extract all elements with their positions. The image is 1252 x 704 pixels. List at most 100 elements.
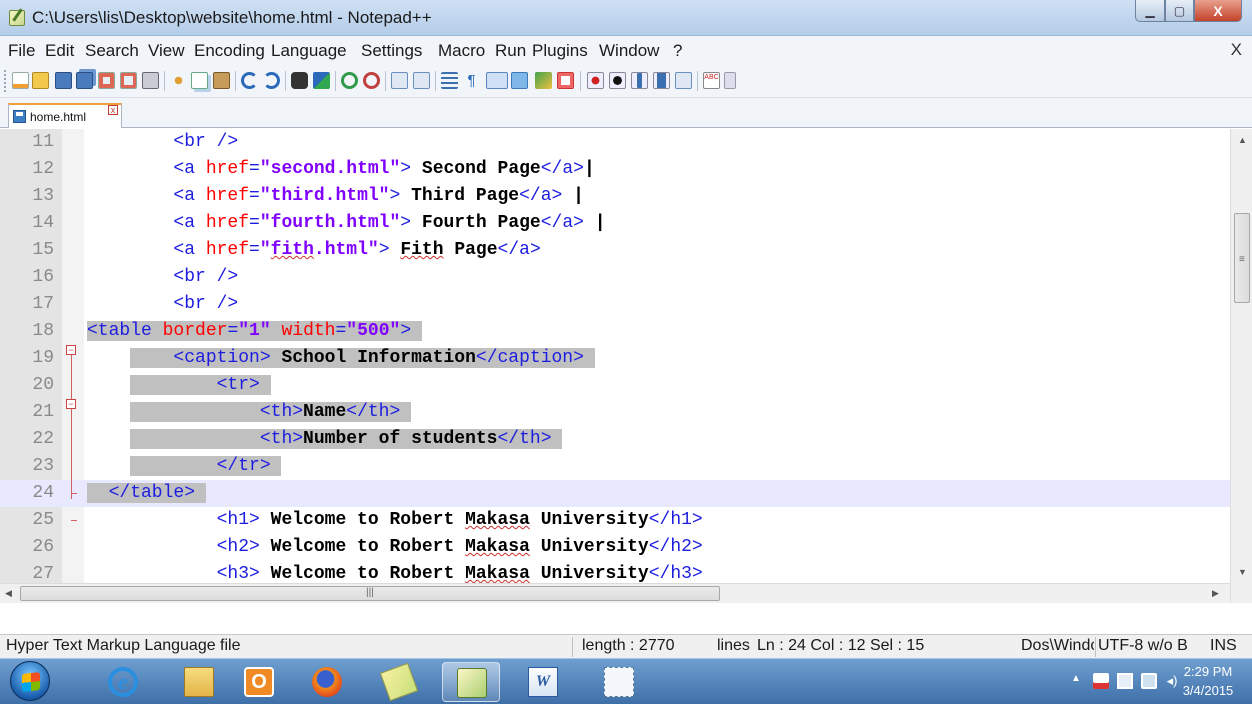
horizontal-scrollbar[interactable]: ◀ ||| ▶: [0, 583, 1230, 603]
fold-collapse-icon[interactable]: −: [66, 345, 76, 355]
menu-settings[interactable]: Settings: [361, 41, 422, 61]
new-file-icon[interactable]: [12, 72, 29, 89]
run-macro-multiple-icon[interactable]: [653, 72, 670, 89]
toolbar-grip[interactable]: [4, 70, 7, 92]
vertical-scrollbar[interactable]: ▲ ≡ ▼: [1230, 129, 1252, 603]
zoom-out-icon[interactable]: [363, 72, 380, 89]
scroll-down-icon[interactable]: ▼: [1238, 567, 1247, 577]
syntax-token: University: [529, 510, 649, 530]
copy-icon[interactable]: [191, 72, 208, 89]
show-hidden-icons[interactable]: ▲: [1068, 673, 1084, 689]
start-button[interactable]: [10, 661, 50, 701]
save-icon[interactable]: [55, 72, 72, 89]
document-map-icon[interactable]: [535, 72, 552, 89]
spell-check-icon[interactable]: ABC: [703, 72, 720, 89]
status-encoding[interactable]: UTF-8 w/o B: [1098, 637, 1212, 655]
menu-help[interactable]: ?: [673, 41, 682, 61]
fold-collapse-icon[interactable]: −: [66, 399, 76, 409]
title-bar[interactable]: C:\Users\lis\Desktop\website\home.html -…: [0, 0, 1252, 36]
code-line[interactable]: 17 <br />: [0, 291, 1230, 318]
close-document-button[interactable]: X: [1231, 40, 1242, 60]
code-line[interactable]: 23 </tr>: [0, 453, 1230, 480]
save-macro-icon[interactable]: [675, 72, 692, 89]
find-icon[interactable]: [291, 72, 308, 89]
menu-language[interactable]: Language: [271, 41, 347, 61]
system-clock[interactable]: 2:29 PM 3/4/2015: [1170, 662, 1246, 700]
scroll-right-icon[interactable]: ▶: [1212, 588, 1219, 599]
spell-check-options-icon[interactable]: [724, 72, 736, 89]
scroll-left-icon[interactable]: ◀: [5, 588, 12, 599]
action-center-flag-icon[interactable]: [1093, 673, 1109, 689]
sync-horizontal-icon[interactable]: [413, 72, 430, 89]
taskbar-internet-explorer[interactable]: e: [94, 662, 152, 702]
show-all-characters-icon[interactable]: ¶: [463, 72, 480, 89]
code-line[interactable]: 16 <br />: [0, 264, 1230, 291]
menu-encoding[interactable]: Encoding: [194, 41, 265, 61]
record-macro-icon[interactable]: [587, 72, 604, 89]
menu-macro[interactable]: Macro: [438, 41, 485, 61]
tab-close-icon[interactable]: x: [108, 105, 118, 115]
code-line[interactable]: 25 <h1> Welcome to Robert Makasa Univers…: [0, 507, 1230, 534]
syntax-token: University: [529, 537, 649, 557]
undo-icon[interactable]: [241, 72, 258, 89]
close-icon[interactable]: [98, 72, 115, 89]
code-line[interactable]: 18 <table border="1" width="500">: [0, 318, 1230, 345]
code-line[interactable]: 24 </table>: [0, 480, 1230, 507]
display-icon[interactable]: [1117, 673, 1133, 689]
code-line[interactable]: 15 <a href="fith.html"> Fith Page</a>: [0, 237, 1230, 264]
code-line[interactable]: 12 <a href="second.html"> Second Page</a…: [0, 156, 1230, 183]
menu-window[interactable]: Window: [599, 41, 659, 61]
cut-icon[interactable]: [170, 72, 187, 89]
taskbar-sticky-notes[interactable]: [370, 662, 428, 702]
redo-icon[interactable]: [263, 72, 280, 89]
code-line[interactable]: 13 <a href="third.html"> Third Page</a> …: [0, 183, 1230, 210]
syntax-token: <br />: [173, 267, 239, 287]
status-eol-format[interactable]: Dos\Windc: [1021, 637, 1094, 655]
print-icon[interactable]: [142, 72, 159, 89]
paste-icon[interactable]: [213, 72, 230, 89]
code-line[interactable]: 20 <tr>: [0, 372, 1230, 399]
taskbar-notepad-plus-plus[interactable]: [442, 662, 500, 702]
play-macro-icon[interactable]: [631, 72, 648, 89]
taskbar-media-player[interactable]: O: [230, 662, 288, 702]
menu-view[interactable]: View: [148, 41, 185, 61]
indent-guide-icon[interactable]: [486, 72, 508, 89]
menu-search[interactable]: Search: [85, 41, 139, 61]
vertical-scroll-thumb[interactable]: ≡: [1234, 213, 1250, 303]
taskbar-snipping-tool[interactable]: [590, 662, 648, 702]
stop-recording-icon[interactable]: [609, 72, 626, 89]
taskbar-file-explorer[interactable]: [170, 662, 228, 702]
taskbar-firefox[interactable]: [298, 662, 356, 702]
tab-home-html[interactable]: home.html x: [8, 103, 122, 128]
menu-plugins[interactable]: Plugins: [532, 41, 588, 61]
word-wrap-icon[interactable]: [441, 72, 458, 89]
network-icon[interactable]: [1141, 673, 1157, 689]
code-line[interactable]: 19 <caption> School Information</caption…: [0, 345, 1230, 372]
horizontal-scroll-thumb[interactable]: |||: [20, 586, 720, 601]
menu-run[interactable]: Run: [495, 41, 526, 61]
notepad-plus-plus-app-icon[interactable]: [9, 10, 25, 26]
zoom-in-icon[interactable]: [341, 72, 358, 89]
function-list-icon[interactable]: [557, 72, 574, 89]
close-button[interactable]: X: [1194, 0, 1242, 22]
code-editor[interactable]: 11 <br /> 12 <a href="second.html"> Secon…: [0, 129, 1252, 603]
taskbar-word[interactable]: W: [514, 662, 572, 702]
code-line[interactable]: 14 <a href="fourth.html"> Fourth Page</a…: [0, 210, 1230, 237]
status-insert-mode[interactable]: INS: [1210, 637, 1250, 655]
code-line[interactable]: 21 <th>Name</th>: [0, 399, 1230, 426]
replace-icon[interactable]: [313, 72, 330, 89]
menu-edit[interactable]: Edit: [45, 41, 74, 61]
user-defined-language-icon[interactable]: [511, 72, 528, 89]
scroll-up-icon[interactable]: ▲: [1238, 135, 1247, 145]
menu-file[interactable]: File: [8, 41, 35, 61]
save-all-icon[interactable]: [76, 72, 93, 89]
close-all-icon[interactable]: [120, 72, 137, 89]
sync-vertical-icon[interactable]: [391, 72, 408, 89]
syntax-token: border: [162, 321, 228, 341]
minimize-button[interactable]: ▁: [1135, 0, 1165, 22]
maximize-button[interactable]: ▢: [1165, 0, 1194, 22]
code-line[interactable]: 26 <h2> Welcome to Robert Makasa Univers…: [0, 534, 1230, 561]
code-line[interactable]: 11 <br />: [0, 129, 1230, 156]
open-file-icon[interactable]: [32, 72, 49, 89]
code-line[interactable]: 22 <th>Number of students</th>: [0, 426, 1230, 453]
